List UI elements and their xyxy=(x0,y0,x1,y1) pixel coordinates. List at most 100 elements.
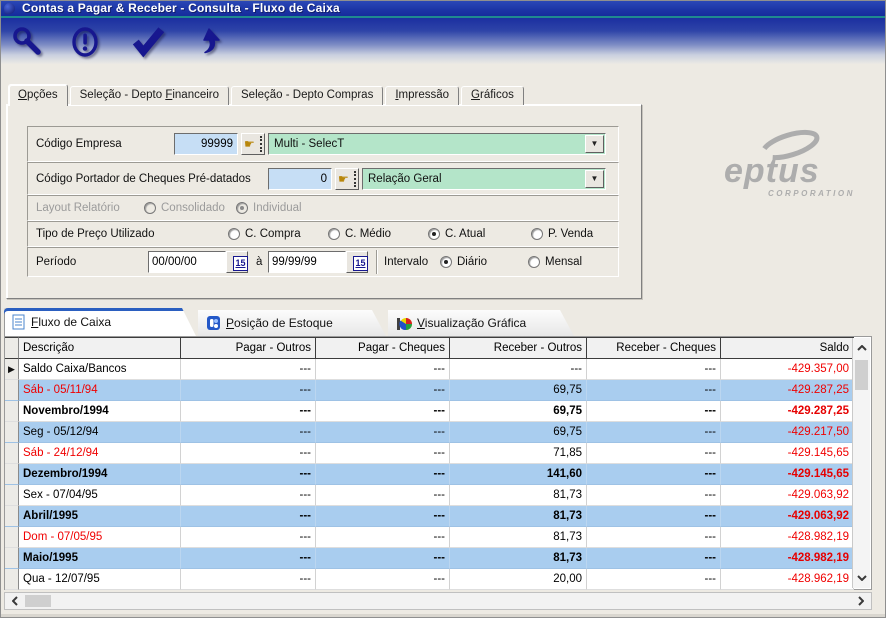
radio-p-venda[interactable]: P. Venda xyxy=(531,228,593,240)
radio-circle-icon[interactable] xyxy=(328,228,340,240)
search-button[interactable] xyxy=(4,21,50,63)
table-row[interactable]: ▶Saldo Caixa/Bancos-------------429.357,… xyxy=(5,359,871,380)
cell: 20,00 xyxy=(450,569,587,590)
cell: 69,75 xyxy=(450,422,587,443)
radio-circle-icon xyxy=(236,202,248,214)
cell: --- xyxy=(316,359,450,380)
column-header-receber-outros: Receber - Outros xyxy=(450,337,587,359)
radio-c-atual[interactable]: C. Atual xyxy=(428,228,485,240)
tab-visualizacao-grafica[interactable]: Visualização Gráfica xyxy=(388,310,574,336)
cell: 69,75 xyxy=(450,380,587,401)
portador-combo[interactable]: Relação Geral ▼ xyxy=(362,168,606,190)
application-window: Contas a Pagar & Receber - Consulta - Fl… xyxy=(0,0,886,618)
intervalo-label: Intervalo xyxy=(384,256,428,268)
periodo-from-input[interactable] xyxy=(148,251,226,273)
portador-code-input[interactable] xyxy=(268,168,332,190)
radio-circle-icon[interactable] xyxy=(428,228,440,240)
horizontal-scroll-thumb[interactable] xyxy=(25,595,51,607)
portador-combo-value: Relação Geral xyxy=(368,173,442,185)
chevron-down-icon[interactable]: ▼ xyxy=(585,170,604,188)
tab-selecao-depto-financeiro[interactable]: Seleção - Depto Financeiro xyxy=(70,86,229,105)
confirm-button[interactable] xyxy=(126,21,172,63)
radio-circle-icon[interactable] xyxy=(528,256,540,268)
portador-lookup-button[interactable]: ☛ xyxy=(335,168,359,190)
radio-mensal[interactable]: Mensal xyxy=(528,256,582,268)
table-row[interactable]: Sex - 07/04/95------81,73----429.063,92 xyxy=(5,485,871,506)
exit-button[interactable] xyxy=(188,21,234,63)
cell: 81,73 xyxy=(450,506,587,527)
scroll-down-icon[interactable] xyxy=(853,570,870,586)
cell: Sáb - 05/11/94 xyxy=(19,380,181,401)
table-row[interactable]: Sáb - 05/11/94------69,75----429.287,25 xyxy=(5,380,871,401)
cell: 141,60 xyxy=(450,464,587,485)
radio-label: Individual xyxy=(253,202,302,214)
scroll-left-icon[interactable] xyxy=(7,593,23,609)
radio-c-medio[interactable]: C. Médio xyxy=(328,228,391,240)
column-header-saldo: Saldo xyxy=(721,337,854,359)
top-tab-strip: OpçõesSeleção - Depto FinanceiroSeleção … xyxy=(8,83,526,105)
tab-label: Fluxo de Caixa xyxy=(31,315,111,329)
vertical-scroll-thumb[interactable] xyxy=(855,360,868,390)
periodo-row: Período 15 à 15 Intervalo DiárioMensal xyxy=(27,247,619,277)
cell: -429.287,25 xyxy=(721,401,854,422)
empresa-code-input[interactable] xyxy=(174,133,238,155)
radio-c-compra[interactable]: C. Compra xyxy=(228,228,301,240)
cell: --- xyxy=(450,359,587,380)
radio-label: P. Venda xyxy=(548,228,593,240)
pie-chart-icon xyxy=(396,315,412,331)
periodo-from-calendar-button[interactable]: 15 xyxy=(226,251,248,273)
cell: 81,73 xyxy=(450,485,587,506)
periodo-to-calendar-button[interactable]: 15 xyxy=(346,251,368,273)
cell: --- xyxy=(587,569,721,590)
cell: --- xyxy=(316,443,450,464)
row-indicator-cell xyxy=(5,380,19,401)
cell: --- xyxy=(316,464,450,485)
radio-circle-icon[interactable] xyxy=(228,228,240,240)
periodo-to-input[interactable] xyxy=(268,251,346,273)
tab-impressao[interactable]: Impressão xyxy=(385,86,459,105)
cell: Seg - 05/12/94 xyxy=(19,422,181,443)
grid-body: ▶Saldo Caixa/Bancos-------------429.357,… xyxy=(5,359,871,590)
radio-circle-icon[interactable] xyxy=(531,228,543,240)
cell: --- xyxy=(316,569,450,590)
table-row[interactable]: Dom - 07/05/95------81,73----428.982,19 xyxy=(5,527,871,548)
cell: 81,73 xyxy=(450,548,587,569)
cell: 69,75 xyxy=(450,401,587,422)
tab-fluxo-de-caixa[interactable]: Fluxo de Caixa xyxy=(4,308,196,336)
cell: --- xyxy=(587,401,721,422)
vertical-scrollbar[interactable] xyxy=(852,338,870,588)
table-row[interactable]: Sáb - 24/12/94------71,85----429.145,65 xyxy=(5,443,871,464)
chevron-down-icon[interactable]: ▼ xyxy=(585,135,604,153)
row-indicator-cell xyxy=(5,464,19,485)
radio-circle-icon[interactable] xyxy=(440,256,452,268)
radio-diario[interactable]: Diário xyxy=(440,256,487,268)
info-button[interactable] xyxy=(62,21,108,63)
calendar-icon: 15 xyxy=(233,256,248,271)
column-header-pagar-outros: Pagar - Outros xyxy=(181,337,316,359)
horizontal-scrollbar[interactable] xyxy=(4,592,872,610)
table-row[interactable]: Abril/1995------81,73----429.063,92 xyxy=(5,506,871,527)
window-title: Contas a Pagar & Receber - Consulta - Fl… xyxy=(22,1,340,15)
search-icon xyxy=(10,25,44,59)
empresa-lookup-button[interactable]: ☛ xyxy=(241,133,265,155)
portador-row: Código Portador de Cheques Pré-datados ☛… xyxy=(27,162,619,195)
scroll-right-icon[interactable] xyxy=(853,593,869,609)
cell: -429.063,92 xyxy=(721,506,854,527)
tab-selecao-depto-compras[interactable]: Seleção - Depto Compras xyxy=(231,86,383,105)
empresa-row: Código Empresa ☛ Multi - SelecT ▼ xyxy=(27,126,619,162)
cell: Novembro/1994 xyxy=(19,401,181,422)
table-row[interactable]: Novembro/1994------69,75----429.287,25 xyxy=(5,401,871,422)
tab-opcoes[interactable]: Opções xyxy=(8,84,68,106)
scroll-up-icon[interactable] xyxy=(853,340,870,356)
radio-label: C. Compra xyxy=(245,228,301,240)
table-row[interactable]: Dezembro/1994------141,60----429.145,65 xyxy=(5,464,871,485)
tab-posicao-de-estoque[interactable]: Posição de Estoque xyxy=(198,310,386,336)
cell: Qua - 12/07/95 xyxy=(19,569,181,590)
table-row[interactable]: Maio/1995------81,73----428.982,19 xyxy=(5,548,871,569)
radio-label: Mensal xyxy=(545,256,582,268)
column-header-descricao: Descrição xyxy=(19,337,181,359)
table-row[interactable]: Qua - 12/07/95------20,00----428.962,19 xyxy=(5,569,871,590)
table-row[interactable]: Seg - 05/12/94------69,75----429.217,50 xyxy=(5,422,871,443)
empresa-combo[interactable]: Multi - SelecT ▼ xyxy=(268,133,606,155)
tab-graficos[interactable]: Gráficos xyxy=(461,86,524,105)
